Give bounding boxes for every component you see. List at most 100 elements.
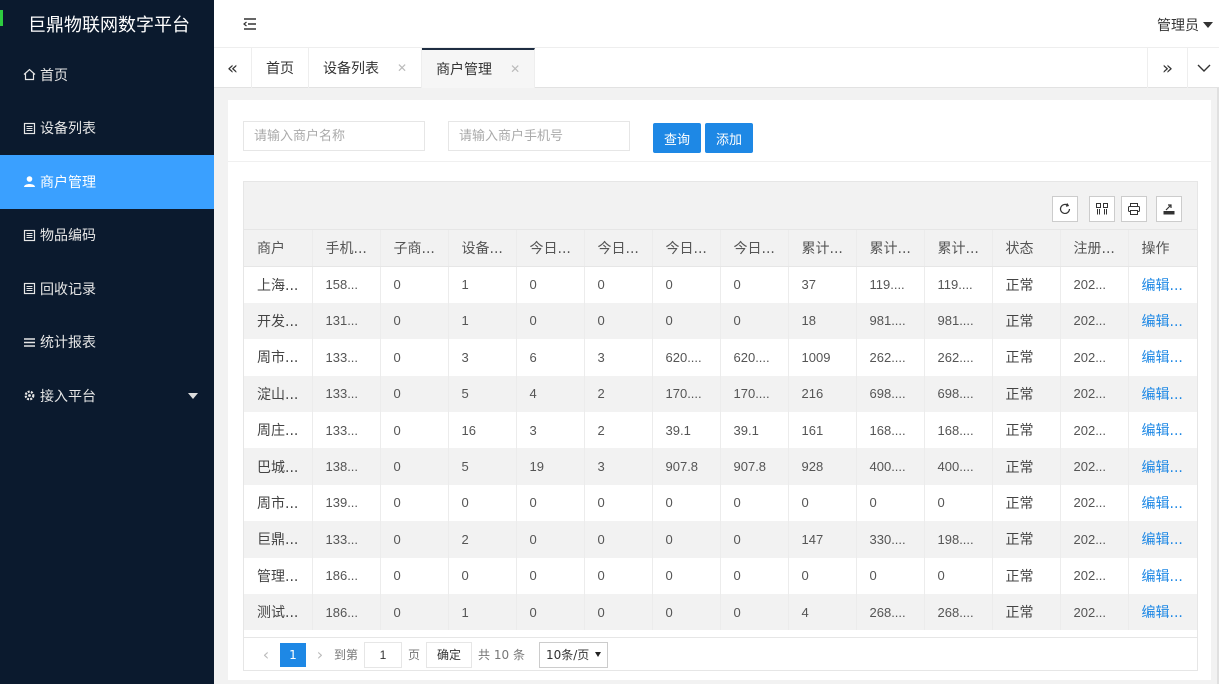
pagination: ‹ 1 › 到第 页 确定 共 10 条 10条/页 [244,637,1197,671]
table-cell: 170.... [652,375,721,412]
sidebar-item-statistics[interactable]: 统计报表 [0,316,214,370]
table-cell: 0 [720,593,789,631]
table-row: 周市... 133... 0 3 6 3 620.... 620.... 1009 262....… [244,339,1197,376]
table-cell: 131... [312,302,381,340]
table-cell: 正常 [992,593,1061,631]
sidebar-item-recycle-records[interactable]: 回收记录 [0,262,214,316]
column-header[interactable]: 累计... [924,230,993,267]
table-cell: 5 [448,375,517,412]
tab-merchant-management[interactable]: 商户管理 ✕ [422,48,536,88]
close-icon[interactable]: ✕ [397,61,407,75]
tab-device-list[interactable]: 设备列表 ✕ [309,48,423,88]
edit-link[interactable]: 编辑... [1128,412,1197,448]
sidebar-item-access-platform[interactable]: 接入平台 [0,369,214,423]
column-header[interactable]: 今日... [516,230,585,267]
table-cell: 202... [1060,411,1129,449]
query-button[interactable]: 查询 [653,123,701,153]
table-cell: 186... [312,557,381,594]
print-button[interactable] [1121,196,1147,222]
edit-link[interactable]: 编辑... [1128,485,1197,521]
column-header[interactable]: 今日... [720,230,789,267]
table-cell: 39.1 [720,411,789,449]
columns-button[interactable] [1089,196,1115,222]
sidebar-item-device-list[interactable]: 设备列表 [0,102,214,156]
table-cell: 1009 [788,339,857,376]
table-cell: 0 [924,557,993,594]
sidebar-item-item-codes[interactable]: 物品编码 [0,209,214,263]
list-icon [22,228,36,242]
edit-link[interactable]: 编辑... [1128,375,1197,412]
table-cell: 216 [788,375,857,412]
refresh-button[interactable] [1052,196,1078,222]
tab-home[interactable]: 首页 [252,48,309,88]
sidebar-item-label: 统计报表 [40,335,96,352]
column-header[interactable]: 累计... [788,230,857,267]
column-header[interactable]: 设备... [448,230,517,267]
sidebar-item-home[interactable]: 首页 [0,48,214,102]
sidebar-item-label: 接入平台 [40,388,96,405]
page-1-button[interactable]: 1 [280,642,306,667]
export-button[interactable] [1156,196,1182,222]
data-table: 商户 手机... 子商... 设备... 今日... 今日... 今日... 今日... 累计.… [243,181,1198,671]
tabs-scroll-right-button[interactable]: » [1147,48,1187,88]
table-cell: 0 [652,593,721,631]
user-menu[interactable]: 管理员 [1157,15,1213,35]
table-cell: 0 [720,266,789,303]
table-cell: 161 [788,411,857,449]
tabs-more-button[interactable] [1187,48,1219,88]
table-cell: 正常 [992,521,1061,558]
merchant-phone-input[interactable] [448,121,630,151]
table-cell: 周市... [244,484,313,522]
table-cell: 19 [516,448,585,485]
edit-link[interactable]: 编辑... [1128,266,1197,302]
close-icon[interactable]: ✕ [510,62,520,76]
table-cell: 16 [448,411,517,449]
edit-link[interactable]: 编辑... [1128,302,1197,340]
list-icon [22,121,36,135]
menu-toggle-icon[interactable] [242,16,258,32]
table-row: 管理... 186... 0 0 0 0 0 0 0 0 0 正常 202... 编辑... [244,557,1197,594]
merchant-name-input[interactable] [243,121,425,151]
table-cell: 138... [312,448,381,485]
edit-link[interactable]: 编辑... [1128,448,1197,485]
table-cell: 620.... [652,339,721,376]
column-header[interactable]: 状态 [992,230,1061,267]
next-page-button[interactable]: › [312,645,328,664]
table-cell: 202... [1060,448,1129,485]
column-header[interactable]: 手机... [312,230,381,267]
column-header[interactable]: 商户 [244,230,313,267]
column-header[interactable]: 累计... [856,230,925,267]
sidebar-item-merchant-management[interactable]: 商户管理 [0,155,214,209]
table-cell: 202... [1060,302,1129,340]
prev-page-button[interactable]: ‹ [258,645,274,664]
table-cell: 698.... [856,375,925,412]
table-cell: 周市... [244,339,313,376]
chevron-down-icon [1197,64,1210,72]
edit-link[interactable]: 编辑... [1128,593,1197,631]
column-header[interactable]: 注册... [1060,230,1129,267]
table-cell: 周庄... [244,411,313,449]
table-cell: 0 [584,521,653,558]
goto-confirm-button[interactable]: 确定 [426,641,473,668]
table-row: 开发... 131... 0 1 0 0 0 0 18 981.... 981.... 正常 202..… [244,302,1197,340]
table-cell: 0 [856,557,925,594]
goto-page-input[interactable] [364,641,403,668]
table-cell: 928 [788,448,857,485]
table-cell: 0 [584,266,653,303]
edit-link[interactable]: 编辑... [1128,558,1197,594]
column-header[interactable]: 今日... [584,230,653,267]
column-header[interactable]: 子商... [380,230,449,267]
edit-link[interactable]: 编辑... [1128,521,1197,558]
menu-icon [22,335,36,349]
page-size-select[interactable]: 10条/页 [538,641,609,668]
column-header[interactable]: 今日... [652,230,721,267]
table-cell: 0 [652,521,721,558]
table-cell: 262.... [924,339,993,376]
table-cell: 186... [312,593,381,631]
add-button[interactable]: 添加 [705,123,753,153]
table-cell: 0 [516,302,585,340]
column-header[interactable]: 操作 [1128,230,1197,267]
caret-down-icon [595,652,602,657]
tabs-scroll-left-button[interactable]: « [214,48,252,88]
edit-link[interactable]: 编辑... [1128,339,1197,375]
